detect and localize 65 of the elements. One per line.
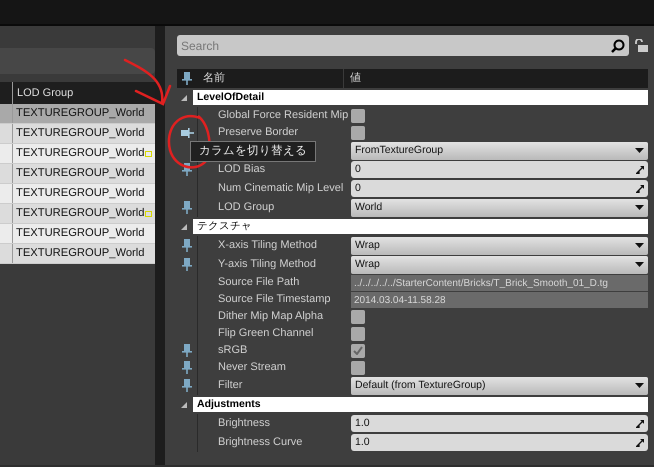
search-icon[interactable] (610, 38, 624, 52)
pin-icon[interactable] (182, 379, 192, 392)
read-only-field: 2014.03.04-11.58.28 (351, 292, 648, 308)
property-label: X-axis Tiling Method (218, 239, 318, 252)
category-header[interactable]: Adjustments (193, 397, 648, 412)
dropdown[interactable]: Wrap (351, 256, 648, 274)
property-label: Never Stream (218, 361, 286, 374)
read-only-field: ../../../../../StarterContent/Bricks/T_Brick_Smooth_01_D.tg (351, 274, 648, 290)
checkbox[interactable] (351, 326, 365, 340)
caret-icon (635, 383, 644, 388)
expand-arrow-icon[interactable] (180, 400, 188, 408)
dropdown[interactable]: World (351, 198, 648, 216)
caret-icon (635, 262, 644, 267)
resize-icon (636, 420, 644, 428)
property-label: Y-axis Tiling Method (218, 258, 316, 270)
pin-icon[interactable] (182, 258, 192, 271)
pin-icon[interactable] (182, 239, 192, 252)
dropdown[interactable]: Wrap (351, 236, 648, 254)
search-field[interactable]: Search (177, 35, 628, 56)
property-label: sRGB (218, 344, 248, 356)
resize-icon (636, 166, 644, 174)
splitter[interactable] (155, 26, 165, 465)
property-label: Source File Timestamp (218, 293, 330, 306)
expand-arrow-icon[interactable] (180, 222, 188, 230)
lock-icon[interactable] (634, 38, 648, 52)
property-label: Flip Green Channel (218, 327, 314, 340)
tooltip: カラムを切り替える (190, 141, 316, 162)
property-label: Preserve Border (218, 126, 298, 138)
category-header[interactable]: テクスチャ (193, 219, 648, 234)
pin-icon[interactable] (182, 72, 192, 85)
pin-icon[interactable] (182, 201, 192, 214)
caret-icon (635, 243, 644, 248)
checkbox[interactable] (351, 344, 365, 358)
column-header[interactable]: 名前 (197, 70, 343, 87)
property-label: Num Cinematic Mip Level (218, 182, 344, 194)
column-header[interactable]: 値 (350, 70, 361, 87)
checkbox[interactable] (351, 360, 365, 374)
resize-icon (636, 184, 644, 192)
checkbox[interactable] (351, 126, 365, 140)
property-label: Brightness Curve (218, 436, 302, 448)
property-label: LOD Bias (218, 163, 266, 176)
pin-icon[interactable] (182, 361, 192, 374)
checkbox[interactable] (351, 310, 365, 324)
caret-icon (635, 148, 644, 153)
category-header[interactable]: LevelOfDetail (193, 90, 648, 105)
resize-icon (636, 438, 644, 446)
caret-icon (635, 205, 644, 210)
pin-icon[interactable] (182, 344, 192, 357)
property-label: LOD Group (218, 201, 274, 214)
number-field[interactable]: 1.0 (351, 434, 648, 451)
dropdown[interactable]: Default (from TextureGroup) (351, 376, 648, 394)
pin-icon[interactable] (180, 128, 194, 138)
property-label: Source File Path (218, 276, 300, 288)
checkbox[interactable] (351, 108, 365, 122)
property-label: Filter (218, 379, 242, 392)
pin-icon[interactable] (182, 163, 192, 176)
property-label: Global Force Resident Mip (218, 109, 348, 122)
search-input[interactable]: Search (181, 36, 610, 54)
number-field[interactable]: 1.0 (351, 415, 648, 432)
property-label: Brightness (218, 417, 270, 430)
number-field[interactable]: 0 (351, 180, 648, 197)
property-label: Dither Mip Map Alpha (218, 310, 324, 322)
number-field[interactable]: 0 (351, 161, 648, 178)
dropdown[interactable]: FromTextureGroup (351, 142, 648, 160)
expand-arrow-icon[interactable] (180, 94, 188, 102)
